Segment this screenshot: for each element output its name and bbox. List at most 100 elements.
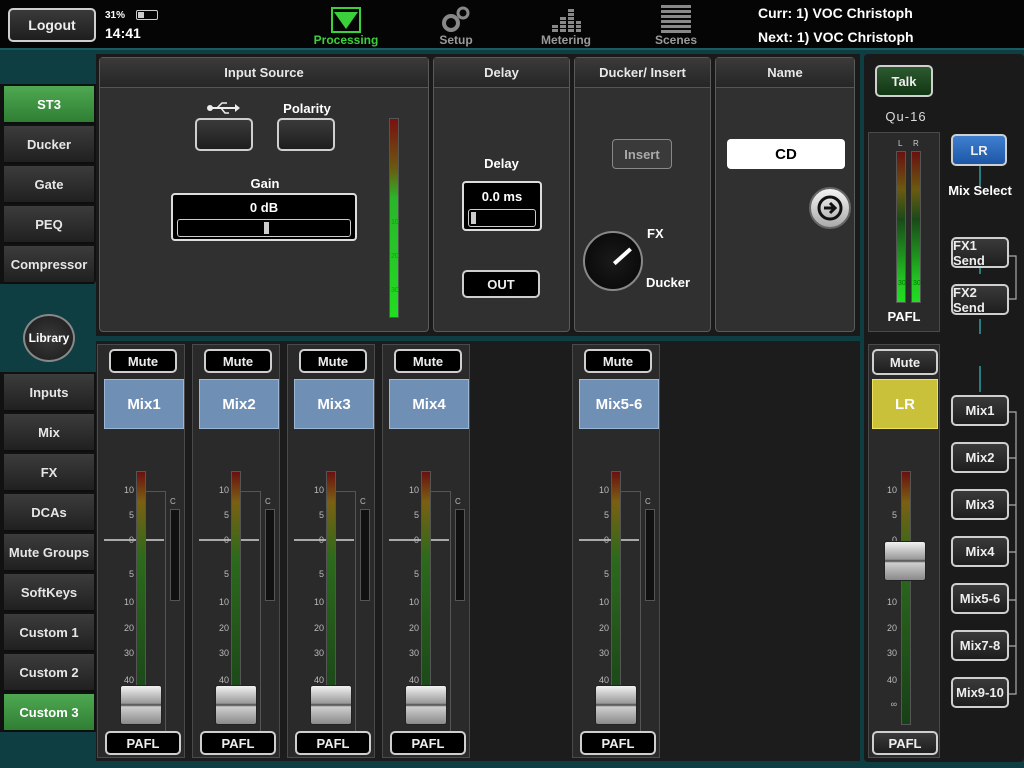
sidebar-item-inputs[interactable]: Inputs: [4, 374, 94, 412]
master-fader-track[interactable]: [901, 471, 911, 725]
fader-cap[interactable]: [120, 685, 162, 725]
fader-track[interactable]: [231, 471, 241, 721]
delay-control[interactable]: 0.0 ms: [462, 181, 542, 231]
insert-button[interactable]: Insert: [612, 139, 672, 169]
mix-label[interactable]: Mix2: [199, 379, 279, 429]
meter-tick: 10: [391, 219, 399, 226]
next-arrow-button[interactable]: [809, 187, 851, 229]
scale-mark: 5: [223, 569, 229, 579]
scale-mark: 5: [603, 569, 609, 579]
mix-select-button[interactable]: Mix2: [951, 442, 1009, 473]
channel-name-field[interactable]: CD: [727, 139, 845, 169]
scale-mark: 10: [123, 485, 134, 495]
tab-processing[interactable]: Processing: [311, 3, 381, 47]
scale-mark: 5: [223, 510, 229, 520]
sidebar-item-peq[interactable]: PEQ: [4, 206, 94, 244]
mute-button[interactable]: Mute: [109, 349, 177, 373]
scale-mark: 5: [128, 510, 134, 520]
master-mute-button[interactable]: Mute: [872, 349, 938, 375]
tab-metering[interactable]: Metering: [531, 3, 601, 47]
mix-select-button[interactable]: Mix7-8: [951, 630, 1009, 661]
fader-track[interactable]: [326, 471, 336, 721]
pafl-button[interactable]: PAFL: [580, 731, 656, 755]
tab-setup[interactable]: Setup: [421, 3, 491, 47]
fx-send-select-button[interactable]: FX1 Send: [951, 237, 1009, 268]
tab-label: Processing: [313, 33, 379, 47]
gain-value: 0 dB: [249, 200, 279, 215]
pafl-button[interactable]: PAFL: [105, 731, 181, 755]
master-pafl-button[interactable]: PAFL: [872, 731, 938, 755]
sidebar-item-mix[interactable]: Mix: [4, 414, 94, 452]
pafl-button[interactable]: PAFL: [200, 731, 276, 755]
fx-ducker-selector[interactable]: [583, 231, 643, 291]
mix-label[interactable]: Mix5-6: [579, 379, 659, 429]
scale-mark: 30: [886, 648, 897, 658]
panel-title: Name: [716, 58, 854, 88]
delay-panel: Delay Delay 0.0 ms OUT: [433, 57, 570, 332]
mix-label[interactable]: Mix3: [294, 379, 374, 429]
scale-mark: 40: [313, 675, 324, 685]
fader-cap[interactable]: [595, 685, 637, 725]
zero-db-line: [579, 539, 639, 541]
mix-select-button[interactable]: Mix3: [951, 489, 1009, 520]
sidebar-item-compressor[interactable]: Compressor: [4, 246, 94, 284]
pafl-button[interactable]: PAFL: [295, 731, 371, 755]
scale-mark: 20: [886, 623, 897, 633]
mix-select-button[interactable]: Mix5-6: [951, 583, 1009, 614]
scale-mark: 10: [408, 485, 419, 495]
c-label: C: [170, 497, 176, 506]
mix-select-button[interactable]: Mix9-10: [951, 677, 1009, 708]
fader-cap[interactable]: [215, 685, 257, 725]
logout-button[interactable]: Logout: [8, 8, 96, 42]
fader-track[interactable]: [136, 471, 146, 721]
scale-mark: 40: [123, 675, 134, 685]
delay-slider[interactable]: [468, 209, 536, 227]
mix-label[interactable]: Mix1: [104, 379, 184, 429]
mix-select-button[interactable]: Mix4: [951, 536, 1009, 567]
talk-button[interactable]: Talk: [875, 65, 933, 97]
mute-button[interactable]: Mute: [584, 349, 652, 373]
c-label: C: [645, 497, 651, 506]
delay-slider-handle[interactable]: [471, 212, 476, 224]
pafl-button[interactable]: PAFL: [390, 731, 466, 755]
sidebar-item-custom-1[interactable]: Custom 1: [4, 614, 94, 652]
fader-track[interactable]: [421, 471, 431, 721]
sidebar-item-mute-groups[interactable]: Mute Groups: [4, 534, 94, 572]
sidebar-item-fx[interactable]: FX: [4, 454, 94, 492]
mute-button[interactable]: Mute: [204, 349, 272, 373]
gain-slider[interactable]: [177, 219, 351, 237]
lr-mix-select-button[interactable]: LR: [951, 134, 1007, 166]
scale-mark: 10: [598, 485, 609, 495]
master-lr-label[interactable]: LR: [872, 379, 938, 429]
fx-send-select-button[interactable]: FX2 Send: [951, 284, 1009, 315]
next-scene: Next: 1) VOC Christoph: [758, 29, 914, 45]
library-button[interactable]: Library: [23, 314, 75, 362]
zero-db-line: [389, 539, 449, 541]
polarity-button[interactable]: [277, 118, 335, 151]
sidebar-item-gate[interactable]: Gate: [4, 166, 94, 204]
gain-control[interactable]: 0 dB: [171, 193, 357, 241]
usb-source-button[interactable]: [195, 118, 253, 151]
gain-slider-handle[interactable]: [264, 222, 269, 234]
master-fader-cap[interactable]: [884, 541, 926, 581]
tab-scenes[interactable]: Scenes: [641, 3, 711, 47]
sidebar-item-custom-3[interactable]: Custom 3: [4, 694, 94, 732]
sidebar-item-ducker[interactable]: Ducker: [4, 126, 94, 164]
fader-track[interactable]: [611, 471, 621, 721]
sidebar-item-dcas[interactable]: DCAs: [4, 494, 94, 532]
mute-button[interactable]: Mute: [299, 349, 367, 373]
mix-select-button[interactable]: Mix1: [951, 395, 1009, 426]
fader-cap[interactable]: [405, 685, 447, 725]
sidebar-item-st3[interactable]: ST3: [4, 86, 94, 124]
meter-tick: 30: [391, 287, 399, 294]
polarity-label: Polarity: [283, 101, 331, 116]
mix-label[interactable]: Mix4: [389, 379, 469, 429]
scale-mark: 5: [128, 569, 134, 579]
sidebar-item-softkeys[interactable]: SoftKeys: [4, 574, 94, 612]
scale-mark: 20: [218, 623, 229, 633]
mute-button[interactable]: Mute: [394, 349, 462, 373]
gear-icon: [442, 6, 470, 32]
delay-out-button[interactable]: OUT: [462, 270, 540, 298]
sidebar-item-custom-2[interactable]: Custom 2: [4, 654, 94, 692]
fader-cap[interactable]: [310, 685, 352, 725]
